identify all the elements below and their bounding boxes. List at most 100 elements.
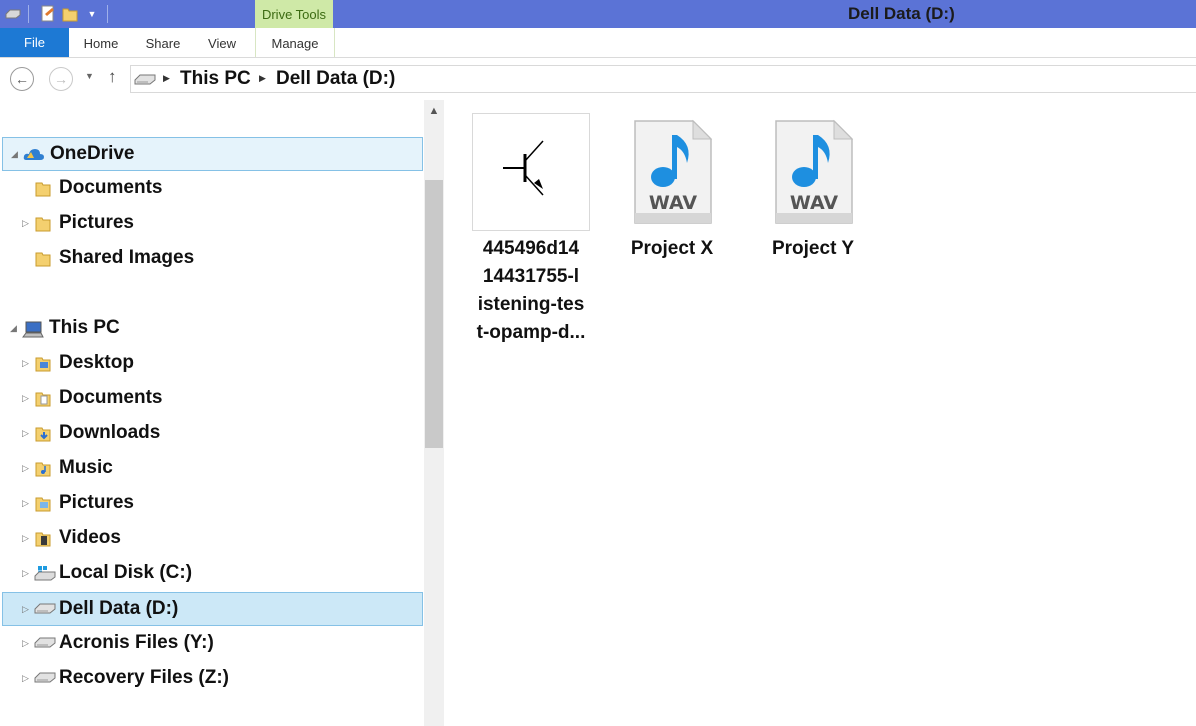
tree-label: Local Disk (C:) <box>59 562 193 583</box>
music-folder-icon <box>34 460 52 478</box>
breadcrumb-dell-data[interactable]: Dell Data (D:) <box>276 68 395 90</box>
tree-item-local-disk-c[interactable]: ▷ Local Disk (C:) <box>2 557 423 591</box>
tree-label: Music <box>59 457 113 478</box>
expand-triangle-icon[interactable]: ▷ <box>22 568 29 579</box>
quick-access-toolbar: ▼ <box>0 0 114 28</box>
forward-button[interactable]: → <box>49 67 73 91</box>
expand-triangle-icon[interactable]: ▷ <box>22 358 29 369</box>
tree-label: OneDrive <box>50 143 135 164</box>
documents-folder-icon <box>34 390 52 408</box>
tree-item-videos[interactable]: ▷ Videos <box>2 522 423 556</box>
tree-item-music[interactable]: ▷ Music <box>2 452 423 486</box>
tree-item-downloads[interactable]: ▷ Downloads <box>2 417 423 451</box>
expand-triangle-icon[interactable]: ▷ <box>22 604 29 615</box>
collapse-triangle-icon[interactable]: ◢ <box>10 323 17 334</box>
back-arrow-icon: ← <box>15 71 29 87</box>
expand-triangle-icon[interactable]: ▷ <box>22 218 29 229</box>
toolbar-separator <box>107 5 108 23</box>
tree-item-this-pc[interactable]: ◢ This PC <box>2 312 423 346</box>
recent-locations-chevron-down-icon[interactable]: ▼ <box>85 71 94 81</box>
tree-label: Recovery Files (Z:) <box>59 667 229 688</box>
tree-label: Shared Images <box>59 247 195 268</box>
up-arrow-icon[interactable]: ↑ <box>108 67 117 87</box>
tab-manage[interactable]: Manage <box>255 28 335 57</box>
expand-triangle-icon[interactable]: ▷ <box>22 463 29 474</box>
expand-triangle-icon[interactable]: ▷ <box>22 498 29 509</box>
expand-triangle-icon[interactable]: ▷ <box>22 428 29 439</box>
back-button[interactable]: ← <box>10 67 34 91</box>
tree-item-acronis-files-y[interactable]: ▷ Acronis Files (Y:) <box>2 627 423 661</box>
properties-icon[interactable] <box>39 5 57 23</box>
address-row: ← → ▼ ↑ ▶ This PC ▶ Dell Data (D:) <box>0 58 1196 98</box>
tree-item-recovery-files-z[interactable]: ▷ Recovery Files (Z:) <box>2 662 423 696</box>
expand-triangle-icon[interactable]: ▷ <box>22 393 29 404</box>
toolbar-separator <box>28 5 29 23</box>
pictures-folder-icon <box>34 495 52 513</box>
tab-file[interactable]: File <box>0 28 69 57</box>
tab-view[interactable]: View <box>198 28 246 57</box>
title-bar: ▼ Drive Tools Dell Data (D:) <box>0 0 1196 28</box>
folder-icon <box>34 215 52 233</box>
expand-triangle-icon[interactable]: ▷ <box>22 638 29 649</box>
drive-icon[interactable] <box>4 5 22 23</box>
videos-folder-icon <box>34 530 52 548</box>
onedrive-icon <box>23 146 44 164</box>
tree-item-onedrive-pictures[interactable]: ▷ Pictures <box>2 207 423 241</box>
address-bar[interactable]: ▶ This PC ▶ Dell Data (D:) <box>130 65 1196 93</box>
tree-label: Acronis Files (Y:) <box>59 632 214 653</box>
drive-icon <box>34 601 56 619</box>
tree-label: Downloads <box>59 422 161 443</box>
tree-label: Dell Data (D:) <box>59 598 179 619</box>
wav-file-icon: WAV <box>613 113 731 231</box>
file-item[interactable]: 445496d14 14431755-l istening-tes t-opam… <box>470 113 592 347</box>
ribbon-tabs: File Home Share View Manage <box>0 28 1196 58</box>
scroll-thumb[interactable] <box>425 180 443 448</box>
desktop-folder-icon <box>34 355 52 373</box>
drive-icon <box>134 72 156 91</box>
navigation-scrollbar[interactable]: ▲ <box>424 100 444 726</box>
windows-drive-icon <box>34 565 56 583</box>
file-name: Project X <box>630 238 714 259</box>
tree-item-onedrive-shared-images[interactable]: Shared Images <box>2 242 423 276</box>
tree-label: Documents <box>59 387 163 408</box>
tree-item-onedrive-documents[interactable]: Documents <box>2 172 423 206</box>
wav-badge: WAV <box>790 192 839 214</box>
tree-item-pictures[interactable]: ▷ Pictures <box>2 487 423 521</box>
customize-toolbar-dropdown-icon[interactable]: ▼ <box>83 5 101 23</box>
expand-triangle-icon[interactable]: ▷ <box>22 533 29 544</box>
breadcrumb-chevron-right-icon[interactable]: ▶ <box>163 73 170 84</box>
tree-item-documents[interactable]: ▷ Documents <box>2 382 423 416</box>
scroll-up-chevron-icon[interactable]: ▲ <box>424 100 444 122</box>
tree-label: Desktop <box>59 352 134 373</box>
navigation-pane: ◢ OneDrive Documents ▷ Pictures Shared I… <box>0 100 424 726</box>
drive-icon <box>34 670 56 688</box>
wav-file-icon: WAV <box>754 113 872 231</box>
drive-icon <box>34 635 56 653</box>
tab-share[interactable]: Share <box>137 28 189 57</box>
tree-item-desktop[interactable]: ▷ Desktop <box>2 347 423 381</box>
file-item[interactable]: WAV Project X <box>611 113 733 263</box>
transistor-thumbnail-icon <box>472 113 590 231</box>
folder-icon <box>34 250 52 268</box>
tree-label: Documents <box>59 177 163 198</box>
drive-tools-group-label: Drive Tools <box>255 0 333 28</box>
tree-label: Pictures <box>59 492 134 513</box>
tree-item-dell-data-d[interactable]: ▷ Dell Data (D:) <box>2 592 423 626</box>
file-item[interactable]: WAV Project Y <box>752 113 874 263</box>
collapse-triangle-icon[interactable]: ◢ <box>11 149 18 160</box>
tree-item-onedrive[interactable]: ◢ OneDrive <box>2 137 423 171</box>
file-name: Project Y <box>771 238 855 259</box>
folder-icon <box>34 180 52 198</box>
tree-label: Pictures <box>59 212 134 233</box>
file-list-pane: 445496d14 14431755-l istening-tes t-opam… <box>444 100 1196 726</box>
tree-label: This PC <box>49 317 120 338</box>
expand-triangle-icon[interactable]: ▷ <box>22 673 29 684</box>
tree-label: Videos <box>59 527 121 548</box>
breadcrumb-this-pc[interactable]: This PC <box>180 68 251 90</box>
window-title: Dell Data (D:) <box>848 4 955 23</box>
forward-arrow-icon: → <box>54 71 68 87</box>
file-name: 445496d14 14431755-l istening-tes t-opam… <box>476 238 586 343</box>
tab-home[interactable]: Home <box>71 28 131 57</box>
breadcrumb-chevron-right-icon[interactable]: ▶ <box>259 73 266 84</box>
new-folder-icon[interactable] <box>61 5 79 23</box>
